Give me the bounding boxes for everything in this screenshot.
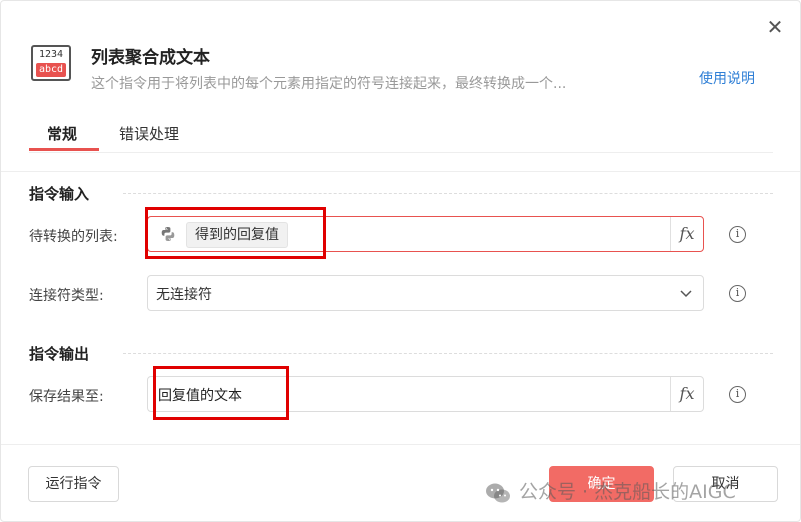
- output-section-title: 指令输出: [29, 345, 90, 363]
- dialog-title: 列表聚合成文本: [91, 48, 210, 68]
- active-tab-indicator: [29, 148, 99, 151]
- input-section-title: 指令输入: [29, 185, 90, 203]
- save-result-input[interactable]: 回复值的文本 fx: [147, 376, 704, 412]
- section-dash-line: [123, 193, 773, 194]
- tab-error-handling[interactable]: 错误处理: [119, 123, 179, 144]
- list-input[interactable]: 得到的回复值 fx: [147, 216, 704, 252]
- dialog-description: 这个指令用于将列表中的每个元素用指定的符号连接起来，最终转换成一个...: [91, 76, 567, 92]
- section-dash-line: [123, 353, 773, 354]
- info-icon[interactable]: i: [729, 285, 746, 302]
- dialog: ✕ 1234 abcd 列表聚合成文本 这个指令用于将列表中的每个元素用指定的符…: [0, 0, 801, 522]
- joiner-field-label: 连接符类型:: [29, 288, 104, 304]
- info-icon[interactable]: i: [729, 226, 746, 243]
- variable-chip[interactable]: 得到的回复值: [186, 222, 288, 248]
- chevron-down-icon: [680, 290, 692, 298]
- fx-icon[interactable]: fx: [670, 217, 703, 251]
- save-field-label: 保存结果至:: [29, 389, 104, 405]
- icon-bottom-text: abcd: [36, 63, 66, 77]
- python-icon: [161, 227, 175, 241]
- icon-top-text: 1234: [38, 49, 64, 60]
- cancel-button[interactable]: 取消: [673, 466, 778, 502]
- run-command-button[interactable]: 运行指令: [28, 466, 119, 502]
- fx-icon[interactable]: fx: [670, 377, 703, 411]
- save-result-value: 回复值的文本: [158, 388, 242, 404]
- joiner-select[interactable]: 无连接符: [147, 275, 704, 311]
- footer-divider: [1, 444, 800, 445]
- confirm-button[interactable]: 确定: [549, 466, 654, 502]
- joiner-select-value: 无连接符: [156, 287, 212, 303]
- section-divider: [1, 171, 800, 172]
- help-link[interactable]: 使用说明: [699, 68, 755, 88]
- tab-general[interactable]: 常规: [47, 123, 77, 144]
- info-icon[interactable]: i: [729, 386, 746, 403]
- list-to-text-icon: 1234 abcd: [31, 45, 71, 81]
- list-field-label: 待转换的列表:: [29, 229, 118, 245]
- close-icon[interactable]: ✕: [765, 17, 785, 37]
- tab-bar: 常规 错误处理: [29, 119, 773, 153]
- wechat-icon: [486, 483, 510, 502]
